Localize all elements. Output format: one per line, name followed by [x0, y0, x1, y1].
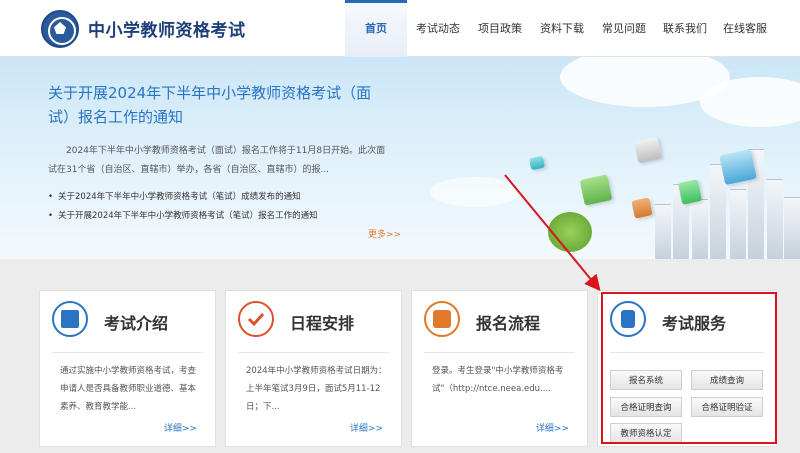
card-title: 日程安排 [290, 314, 355, 333]
card-schedule[interactable]: 日程安排 2024年中小学教师资格考试日期为：上半年笔试3月9日，面试5月11-… [225, 290, 402, 447]
card-description: 通过实施中小学教师资格考试，考查申请人是否具备教师职业道德、基本素养、教育教学能… [60, 366, 197, 412]
more-news-link[interactable]: 更多>> [368, 227, 401, 240]
cube-decoration [633, 136, 663, 164]
card-exam-intro[interactable]: 考试介绍 通过实施中小学教师资格考试，考查申请人是否具备教师职业道德、基本素养、… [39, 290, 216, 447]
building [655, 204, 671, 259]
document-icon [52, 301, 88, 337]
form-icon [424, 301, 460, 337]
highlight-box [601, 292, 777, 444]
main-nav: 首页 考试动态 项目政策 资料下载 常见问题 联系我们 在线客服 [345, 0, 775, 57]
card-details-link[interactable]: 详细>> [350, 421, 383, 434]
nav-faq[interactable]: 常见问题 [593, 0, 655, 57]
nav-exam-news[interactable]: 考试动态 [407, 0, 469, 57]
nav-contact[interactable]: 联系我们 [655, 0, 715, 57]
news-summary: 2024年下半年中小学教师资格考试（面试）报名工作将于11月8日开始。此次面试在… [48, 146, 386, 175]
tree-illustration [548, 212, 592, 252]
news-headline[interactable]: 关于开展2024年下半年中小学教师资格考试（面试）报名工作的通知 [48, 81, 393, 129]
cube-decoration [528, 155, 546, 171]
divider [52, 352, 203, 353]
card-details-link[interactable]: 详细>> [164, 421, 197, 434]
card-title: 报名流程 [476, 314, 541, 333]
card-description: 登录。考生登录"中小学教师资格考试"（http://ntce.neea.edu.… [432, 366, 564, 394]
hero-banner: 关于开展2024年下半年中小学教师资格考试（面试）报名工作的通知 2024年下半… [0, 57, 800, 259]
news-item[interactable]: 关于开展2024年下半年中小学教师资格考试（笔试）报名工作的通知 [48, 207, 393, 226]
building [730, 189, 746, 259]
card-registration-process[interactable]: 报名流程 登录。考生登录"中小学教师资格考试"（http://ntce.neea… [411, 290, 588, 447]
site-title[interactable]: 中小学教师资格考试 [88, 16, 246, 41]
checkmark-icon [238, 301, 274, 337]
nav-home[interactable]: 首页 [345, 0, 407, 57]
news-list: 关于2024年下半年中小学教师资格考试（笔试）成绩发布的通知 关于开展2024年… [48, 188, 393, 226]
card-title: 考试介绍 [104, 314, 169, 333]
cloud-decoration [430, 177, 520, 207]
divider [424, 352, 575, 353]
card-description: 2024年中小学教师资格考试日期为：上半年笔试3月9日，面试5月11-12日；下… [246, 366, 387, 412]
building [692, 199, 708, 259]
building [784, 197, 800, 259]
cube-decoration [579, 174, 613, 206]
divider [238, 352, 389, 353]
nav-downloads[interactable]: 资料下载 [531, 0, 593, 57]
building [767, 179, 783, 259]
cube-decoration [631, 197, 653, 219]
site-header: 中小学教师资格考试 首页 考试动态 项目政策 资料下载 常见问题 联系我们 在线… [0, 0, 800, 57]
cloud-decoration [700, 77, 800, 127]
card-details-link[interactable]: 详细>> [536, 421, 569, 434]
nav-policy[interactable]: 项目政策 [469, 0, 531, 57]
cube-decoration [677, 179, 703, 205]
neea-logo[interactable] [41, 10, 79, 48]
nav-online-service[interactable]: 在线客服 [715, 0, 775, 57]
news-item[interactable]: 关于2024年下半年中小学教师资格考试（笔试）成绩发布的通知 [48, 188, 393, 207]
